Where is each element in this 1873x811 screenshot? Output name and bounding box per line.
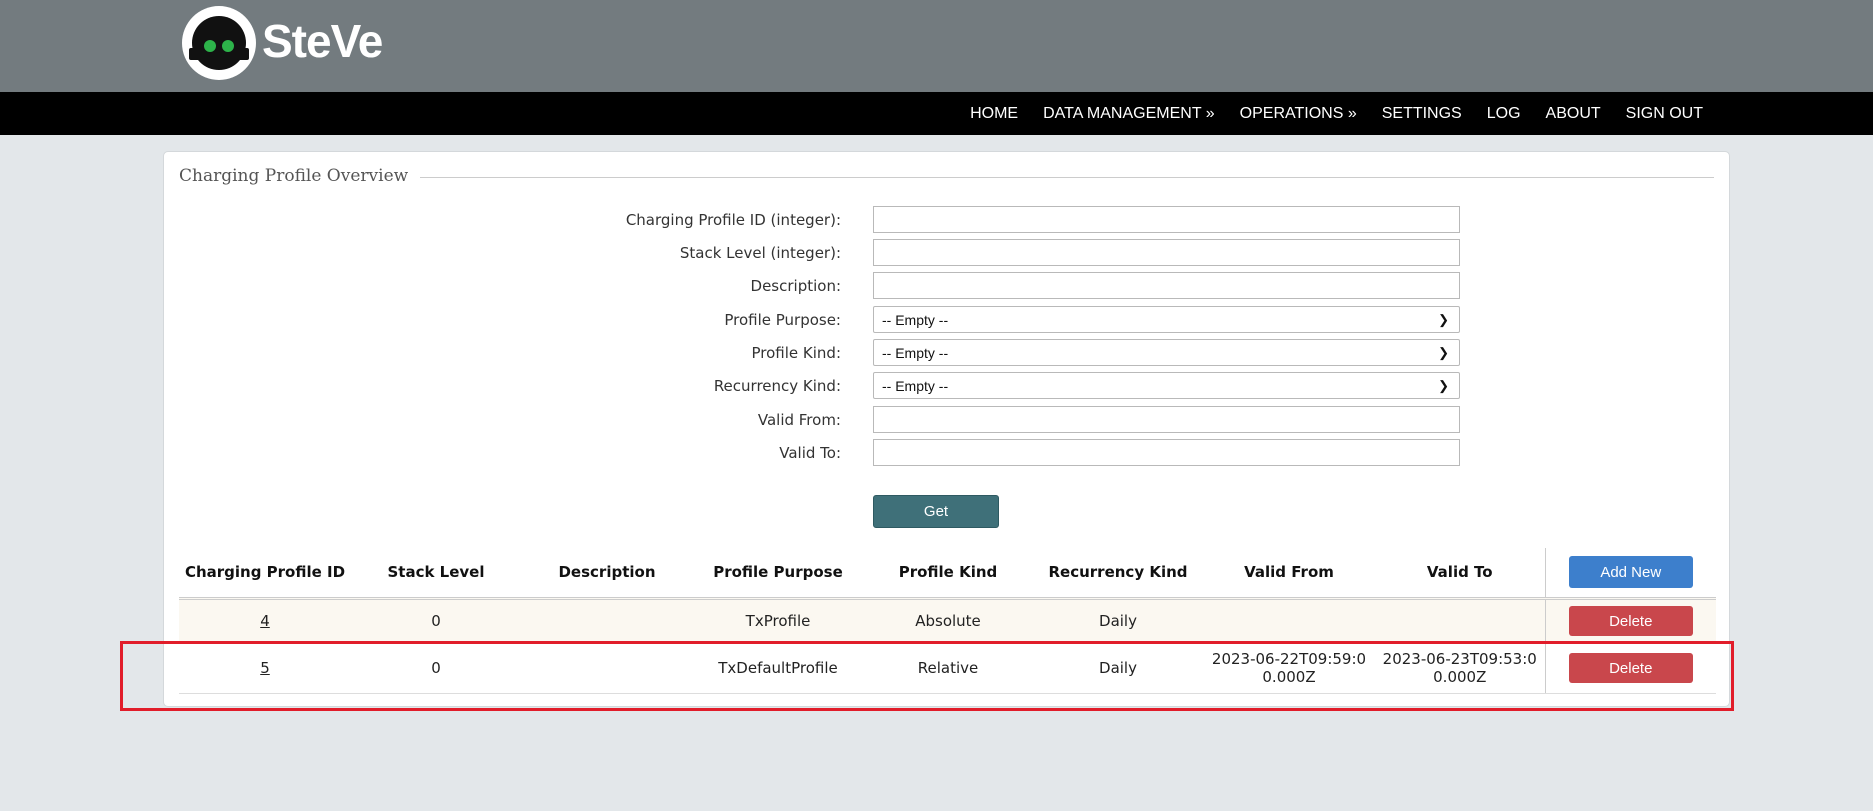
profile-id-label: Charging Profile ID (integer):: [625, 211, 841, 229]
profile-id-input[interactable]: [873, 206, 1460, 233]
col-header-recurrency-kind[interactable]: Recurrency Kind: [1033, 548, 1203, 600]
profile-id-link[interactable]: 4: [260, 612, 270, 630]
cell-valid-to: [1375, 598, 1545, 644]
col-header-profile-id[interactable]: Charging Profile ID: [179, 548, 351, 600]
charging-profile-panel: Charging Profile Overview Charging Profi…: [163, 151, 1730, 707]
cell-profile-purpose: TxProfile: [693, 598, 863, 644]
cell-stack-level: 0: [351, 598, 521, 644]
col-header-valid-to[interactable]: Valid To: [1375, 548, 1545, 600]
chevron-down-icon: ❯: [1438, 345, 1449, 360]
description-input[interactable]: [873, 272, 1460, 299]
app-header: SteVe: [0, 0, 1873, 92]
recurrency-kind-select[interactable]: -- Empty -- ❯: [873, 372, 1460, 399]
form-row-description: Description:: [164, 272, 1731, 300]
form-row-valid-to: Valid To:: [164, 439, 1731, 467]
delete-button[interactable]: Delete: [1568, 606, 1693, 636]
form-row-id: Charging Profile ID (integer):: [164, 206, 1731, 234]
form-row-recurrency: Recurrency Kind: -- Empty -- ❯: [164, 372, 1731, 400]
stack-level-label: Stack Level (integer):: [679, 244, 841, 262]
valid-from-input[interactable]: [873, 406, 1460, 433]
form-row-stack: Stack Level (integer):: [164, 239, 1731, 267]
stack-level-input[interactable]: [873, 239, 1460, 266]
form-row-kind: Profile Kind: -- Empty -- ❯: [164, 339, 1731, 367]
main-navbar: HOME DATA MANAGEMENT » OPERATIONS » SETT…: [0, 92, 1873, 135]
profile-kind-label: Profile Kind:: [751, 344, 842, 362]
valid-to-label: Valid To:: [779, 444, 841, 462]
valid-to-input[interactable]: [873, 439, 1460, 466]
cell-description: [521, 598, 693, 644]
nav-data-management[interactable]: DATA MANAGEMENT »: [1043, 105, 1215, 123]
valid-from-label: Valid From:: [757, 411, 841, 429]
col-header-valid-from[interactable]: Valid From: [1203, 548, 1375, 600]
col-header-profile-kind[interactable]: Profile Kind: [863, 548, 1033, 600]
get-button[interactable]: Get: [873, 495, 999, 528]
nav-operations[interactable]: OPERATIONS »: [1240, 105, 1357, 123]
cell-valid-from: [1203, 598, 1375, 644]
panel-title: Charging Profile Overview: [179, 166, 421, 186]
col-header-description[interactable]: Description: [521, 548, 693, 600]
chevron-down-icon: ❯: [1438, 378, 1449, 393]
table-row: 4 0 TxProfile Absolute Daily Delete: [179, 598, 1716, 644]
selection-highlight-box: [120, 641, 1734, 711]
cell-profile-kind: Absolute: [863, 598, 1033, 644]
profile-purpose-value: -- Empty --: [882, 311, 949, 328]
nav-log[interactable]: LOG: [1487, 105, 1521, 123]
steve-logo-icon[interactable]: [182, 6, 256, 80]
recurrency-kind-label: Recurrency Kind:: [713, 377, 841, 395]
description-label: Description:: [750, 277, 841, 295]
recurrency-kind-value: -- Empty --: [882, 377, 949, 394]
col-header-actions: Add New: [1544, 548, 1716, 600]
chevron-down-icon: ❯: [1438, 312, 1449, 327]
profile-purpose-label: Profile Purpose:: [724, 311, 841, 329]
form-row-valid-from: Valid From:: [164, 406, 1731, 434]
cell-actions: Delete: [1544, 598, 1716, 644]
profile-kind-value: -- Empty --: [882, 344, 949, 361]
profile-purpose-select[interactable]: -- Empty -- ❯: [873, 306, 1460, 333]
nav-settings[interactable]: SETTINGS: [1382, 105, 1462, 123]
nav-about[interactable]: ABOUT: [1546, 105, 1601, 123]
col-header-stack-level[interactable]: Stack Level: [351, 548, 521, 600]
table-header-row: Charging Profile ID Stack Level Descript…: [179, 548, 1716, 600]
nav-home[interactable]: HOME: [970, 105, 1018, 123]
cell-profile-id: 4: [179, 598, 351, 644]
col-header-profile-purpose[interactable]: Profile Purpose: [693, 548, 863, 600]
add-new-button[interactable]: Add New: [1568, 556, 1693, 589]
nav-sign-out[interactable]: SIGN OUT: [1626, 105, 1703, 123]
cell-recurrency-kind: Daily: [1033, 598, 1203, 644]
brand-name[interactable]: SteVe: [262, 14, 383, 68]
profile-kind-select[interactable]: -- Empty -- ❯: [873, 339, 1460, 366]
form-row-purpose: Profile Purpose: -- Empty -- ❯: [164, 306, 1731, 334]
